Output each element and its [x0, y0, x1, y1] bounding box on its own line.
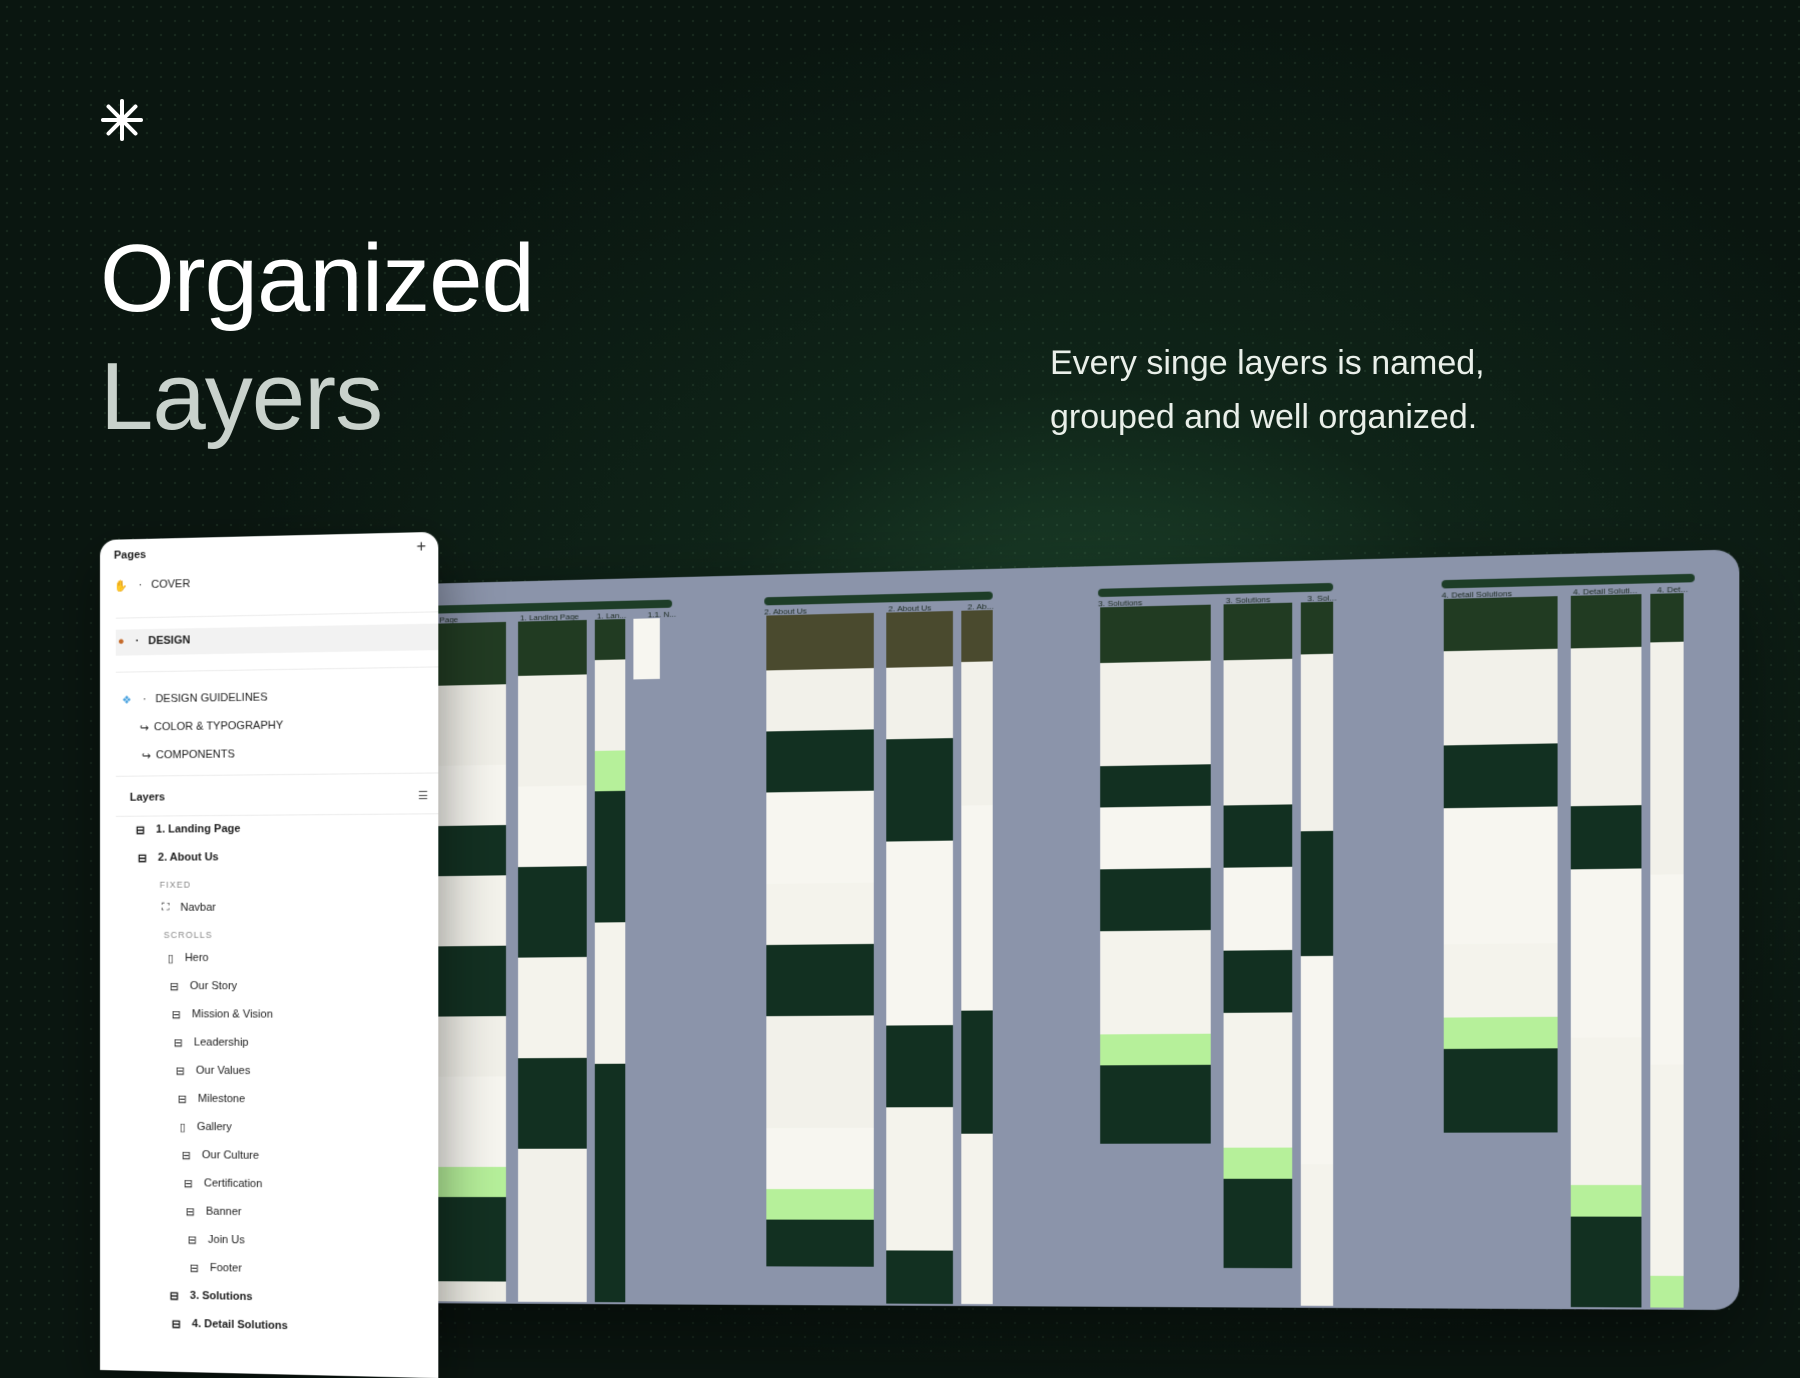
- frame-detail-mobile[interactable]: [1650, 593, 1684, 1308]
- frame-solutions-tablet[interactable]: [1223, 602, 1293, 1269]
- palette-icon: ●: [117, 635, 125, 648]
- layer-about-us[interactable]: ⊟ 2. About Us: [138, 851, 219, 865]
- layers-sidebar-panel: Pages + ✋ · COVER ● · DESIGN ❖ · DESIGN …: [100, 531, 439, 1378]
- layer-mission-vision[interactable]: ⊟ Mission & Vision: [171, 1008, 273, 1022]
- page-item-label: COMPONENTS: [155, 748, 235, 762]
- layer-milestone[interactable]: ⊟ Milestone: [178, 1093, 246, 1107]
- page-item-label: DESIGN: [148, 634, 191, 648]
- layer-navbar[interactable]: ⛶ Navbar: [162, 902, 216, 915]
- layer-gallery[interactable]: ▯ Gallery: [180, 1121, 232, 1135]
- layer-our-culture[interactable]: ⊟ Our Culture: [182, 1149, 259, 1163]
- frame-detail-desktop[interactable]: [1443, 596, 1558, 1133]
- heading-line-1: Organized: [100, 225, 535, 332]
- frame-icon: ⊟: [169, 1290, 179, 1303]
- layer-sort-icon[interactable]: ☰: [418, 789, 428, 802]
- page-item-design-guidelines[interactable]: ❖ · DESIGN GUIDELINES: [121, 691, 268, 707]
- page-item-label: DESIGN GUIDELINES: [155, 691, 268, 706]
- instance-icon: ⛶: [161, 901, 170, 914]
- frame-about-mobile[interactable]: [961, 609, 993, 1305]
- asterisk-logo-icon: [101, 99, 143, 141]
- frame-icon: ⊟: [183, 1178, 193, 1191]
- page-item-label: COVER: [151, 578, 191, 592]
- frame-icon: ⊟: [171, 1009, 181, 1022]
- frame-landing-mobile[interactable]: [594, 618, 626, 1303]
- auto-layout-icon: ▯: [167, 952, 174, 966]
- subtitle-text: Every singe layers is named, grouped and…: [1050, 344, 1485, 436]
- hand-wave-icon: ✋: [113, 580, 128, 593]
- layers-header: Layers: [129, 791, 166, 804]
- frame-solutions-desktop[interactable]: [1100, 604, 1211, 1144]
- page-item-label: COLOR & TYPOGRAPHY: [153, 719, 284, 734]
- layer-section-scrolls: SCROLLS: [163, 929, 213, 940]
- frame-icon: ⊟: [185, 1206, 195, 1219]
- board-detail-solutions[interactable]: 4. Detail Solutions 4. Detail Soluti... …: [1441, 573, 1695, 600]
- frame-icon: ⊟: [135, 824, 145, 837]
- frame-icon: ⊟: [137, 852, 147, 865]
- heading-line-2: Layers: [100, 343, 383, 450]
- plus-icon[interactable]: +: [416, 538, 426, 557]
- frame-icon: ⊟: [171, 1318, 181, 1331]
- divider: [115, 666, 439, 673]
- page-heading: Organized Layers: [100, 220, 535, 456]
- frame-icon: ⊟: [175, 1065, 185, 1078]
- board-toolbar: [1098, 582, 1334, 598]
- frame-icon: ⊟: [181, 1149, 191, 1163]
- frame-detail-tablet[interactable]: [1570, 594, 1642, 1308]
- frame-landing-tablet[interactable]: [518, 619, 587, 1303]
- layer-our-story[interactable]: ⊟ Our Story: [169, 980, 238, 994]
- auto-layout-icon: ▯: [179, 1121, 186, 1134]
- frame-about-desktop[interactable]: [766, 612, 874, 1267]
- pages-header: Pages: [113, 548, 147, 562]
- layer-join-us[interactable]: ⊟ Join Us: [188, 1233, 245, 1247]
- board-solutions[interactable]: 3. Solutions 3. Solutions 3. Sol...: [1098, 582, 1337, 608]
- divider: [115, 813, 439, 817]
- frame-icon: ⊟: [187, 1234, 197, 1247]
- layer-our-values[interactable]: ⊟ Our Values: [176, 1064, 251, 1078]
- page-item-components[interactable]: ↪ COMPONENTS: [141, 748, 235, 763]
- page-item-color-typography[interactable]: ↪ COLOR & TYPOGRAPHY: [140, 720, 284, 735]
- board-about-us[interactable]: 2. About Us 2. About Us 2. Ab...: [764, 591, 994, 617]
- page-item-design[interactable]: ● · DESIGN: [118, 634, 190, 647]
- divider: [115, 772, 439, 777]
- divider: [115, 611, 439, 619]
- board-landing-page[interactable]: 1. Landing Page 1. Landing Page 1. Lan..…: [399, 599, 676, 626]
- frame-solutions-mobile[interactable]: [1300, 601, 1334, 1306]
- layer-banner[interactable]: ⊟ Banner: [186, 1205, 242, 1219]
- page-item-cover[interactable]: ✋ · COVER: [113, 578, 191, 593]
- frame-icon: ⊟: [177, 1093, 187, 1106]
- board-toolbar: [764, 591, 993, 606]
- layer-hero[interactable]: ▯ Hero: [168, 952, 209, 965]
- component-icon: ❖: [121, 694, 132, 707]
- frame-icon: ⊟: [173, 1037, 183, 1050]
- frame-icon: ⊟: [189, 1262, 199, 1275]
- layer-solutions[interactable]: ⊟ 3. Solutions: [170, 1289, 253, 1304]
- layer-leadership[interactable]: ⊟ Leadership: [173, 1036, 249, 1050]
- arrow-return-icon: ↪: [141, 750, 151, 763]
- frame-landing-nav[interactable]: [633, 618, 660, 680]
- layer-landing-page[interactable]: ⊟ 1. Landing Page: [135, 823, 241, 837]
- layer-section-fixed: FIXED: [159, 879, 192, 890]
- arrow-return-icon: ↪: [139, 722, 149, 735]
- frame-icon: ⊟: [169, 981, 179, 994]
- design-canvas[interactable]: 1. Landing Page 1. Landing Page 1. Lan..…: [380, 549, 1740, 1311]
- layer-certification[interactable]: ⊟ Certification: [184, 1177, 263, 1191]
- layer-detail-solutions[interactable]: ⊟ 4. Detail Solutions: [172, 1318, 288, 1334]
- layer-footer[interactable]: ⊟ Footer: [190, 1262, 242, 1276]
- frame-about-tablet[interactable]: [886, 610, 953, 1304]
